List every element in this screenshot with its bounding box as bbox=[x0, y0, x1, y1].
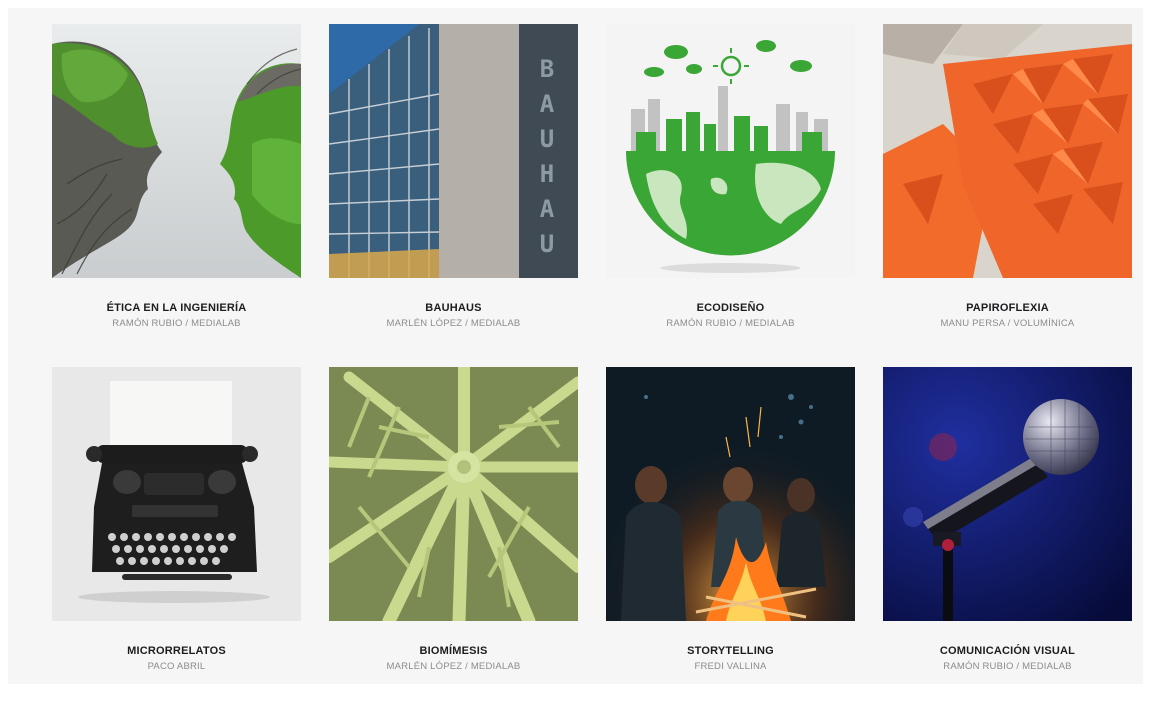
course-title[interactable]: MICRORRELATOS bbox=[52, 644, 301, 658]
course-author: RAMÓN RUBIO / MEDIALAB bbox=[943, 661, 1072, 672]
course-title[interactable]: COMUNICACIÓN VISUAL bbox=[883, 644, 1132, 658]
course-author: RAMÓN RUBIO / MEDIALAB bbox=[112, 318, 241, 329]
course-card-papiroflexia[interactable]: PAPIROFLEXIA MANU PERSA / VOLUMÍNICA bbox=[883, 24, 1132, 367]
course-image-biomimesis[interactable] bbox=[329, 367, 578, 621]
course-author: MARLÉN LÓPEZ / MEDIALAB bbox=[386, 661, 521, 672]
tree-heads-image bbox=[52, 24, 301, 278]
course-title[interactable]: STORYTELLING bbox=[606, 644, 855, 658]
course-gallery: ÉTICA EN LA INGENIERÍA RAMÓN RUBIO / MED… bbox=[8, 8, 1143, 684]
course-image-storytelling[interactable] bbox=[606, 367, 855, 621]
course-title[interactable]: BIOMÍMESIS bbox=[329, 644, 578, 658]
course-title[interactable]: ECODISEÑO bbox=[606, 301, 855, 315]
course-image-ecodiseno[interactable] bbox=[606, 24, 855, 278]
orange-origami-image bbox=[883, 24, 1132, 278]
course-title[interactable]: PAPIROFLEXIA bbox=[883, 301, 1132, 315]
green-earth-city-image bbox=[606, 24, 855, 278]
bauhaus-sign: BAUHAU bbox=[539, 55, 555, 258]
course-title[interactable]: ÉTICA EN LA INGENIERÍA bbox=[52, 301, 301, 315]
course-author: PACO ABRIL bbox=[147, 661, 206, 672]
course-card-bauhaus[interactable]: BAUHAU BAUHAUS MARLÉN LÓPEZ / MEDIALAB bbox=[329, 24, 578, 367]
course-grid: ÉTICA EN LA INGENIERÍA RAMÓN RUBIO / MED… bbox=[52, 24, 1138, 710]
lily-pad-veins-image bbox=[329, 367, 578, 621]
course-author: MARLÉN LÓPEZ / MEDIALAB bbox=[386, 318, 521, 329]
course-image-bauhaus[interactable]: BAUHAU bbox=[329, 24, 578, 278]
course-author: FREDI VALLINA bbox=[694, 661, 767, 672]
course-title[interactable]: BAUHAUS bbox=[329, 301, 578, 315]
course-author: MANU PERSA / VOLUMÍNICA bbox=[940, 318, 1075, 329]
course-image-etica[interactable] bbox=[52, 24, 301, 278]
course-card-etica[interactable]: ÉTICA EN LA INGENIERÍA RAMÓN RUBIO / MED… bbox=[52, 24, 301, 367]
campfire-image bbox=[606, 367, 855, 621]
course-card-storytelling[interactable]: STORYTELLING FREDI VALLINA bbox=[606, 367, 855, 710]
course-image-microrrelatos[interactable] bbox=[52, 367, 301, 621]
microphone-image bbox=[883, 367, 1132, 621]
course-card-ecodiseno[interactable]: ECODISEÑO RAMÓN RUBIO / MEDIALAB bbox=[606, 24, 855, 367]
course-card-microrrelatos[interactable]: MICRORRELATOS PACO ABRIL bbox=[52, 367, 301, 710]
course-image-papiroflexia[interactable] bbox=[883, 24, 1132, 278]
course-author: RAMÓN RUBIO / MEDIALAB bbox=[666, 318, 795, 329]
course-card-biomimesis[interactable]: BIOMÍMESIS MARLÉN LÓPEZ / MEDIALAB bbox=[329, 367, 578, 710]
typewriter-image bbox=[52, 367, 301, 621]
course-card-comunicacion[interactable]: COMUNICACIÓN VISUAL RAMÓN RUBIO / MEDIAL… bbox=[883, 367, 1132, 710]
course-image-comunicacion[interactable] bbox=[883, 367, 1132, 621]
